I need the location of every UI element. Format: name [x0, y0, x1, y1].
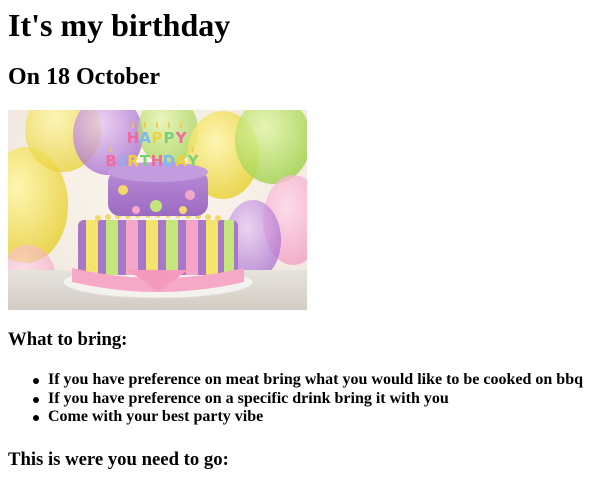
list-item-text: If you have preference on a specific dri… — [48, 389, 449, 407]
bullet-icon — [33, 378, 39, 384]
svg-text:A: A — [175, 152, 187, 170]
list-item: Come with your best party vibe — [33, 408, 583, 427]
svg-text:H: H — [127, 129, 140, 147]
directions-heading: This is were you need to go: — [8, 449, 229, 470]
list-item-text: If you have preference on meat bring wha… — [48, 371, 583, 388]
svg-text:D: D — [163, 152, 175, 170]
svg-text:Y: Y — [187, 152, 200, 170]
bullet-icon — [33, 396, 39, 403]
what-to-bring-heading: What to bring: — [8, 329, 128, 350]
list-item: If you have preference on a specific dri… — [33, 389, 583, 409]
svg-text:P: P — [164, 129, 175, 147]
list-item: If you have preference on meat bring wha… — [33, 371, 583, 390]
svg-text:R: R — [127, 152, 139, 170]
bring-list: If you have preference on meat bring wha… — [8, 371, 583, 427]
svg-text:P: P — [152, 129, 163, 147]
svg-text:T: T — [140, 152, 151, 170]
svg-text:Y: Y — [175, 129, 188, 147]
svg-text:H: H — [151, 152, 164, 170]
svg-text:B: B — [105, 152, 116, 170]
birthday-cake-image: H A P P Y B I R T H D A Y — [8, 110, 307, 310]
list-item-text: Come with your best party vibe — [48, 408, 264, 425]
page-title: It's my birthday — [8, 7, 231, 43]
svg-text:A: A — [139, 129, 151, 147]
page-subtitle: On 18 October — [8, 64, 160, 90]
bullet-icon — [33, 415, 39, 421]
svg-text:I: I — [120, 152, 126, 170]
